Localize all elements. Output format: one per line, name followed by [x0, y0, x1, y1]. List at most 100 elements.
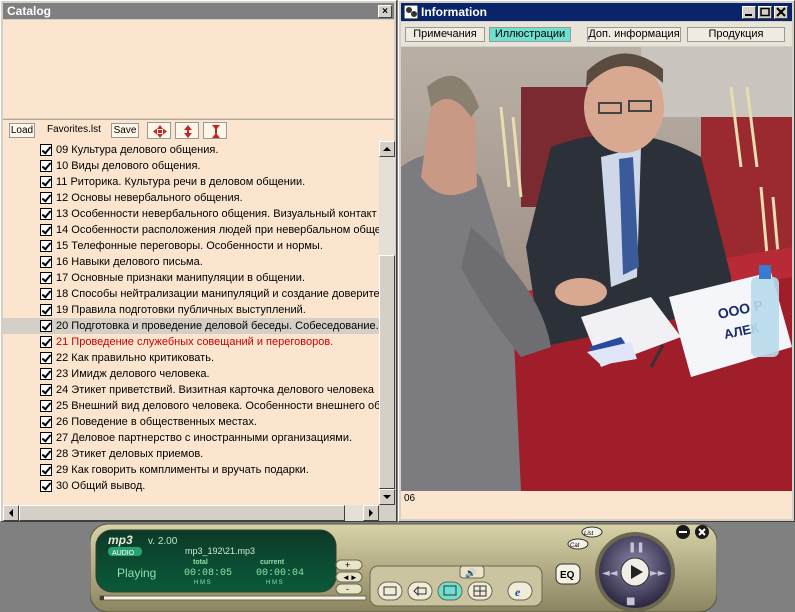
scroll-right-button[interactable] [363, 505, 379, 521]
list-item[interactable]: 30 Общий вывод. [3, 478, 379, 494]
list-item[interactable]: 15 Телефонные переговоры. Особенности и … [3, 238, 379, 254]
list-item[interactable]: 18 Способы нейтрализации манипуляций и с… [3, 286, 379, 302]
list-item[interactable]: 25 Внешний вид делового человека. Особен… [3, 398, 379, 414]
load-button[interactable]: Load [9, 123, 35, 138]
resize-grip[interactable] [379, 505, 395, 521]
tab-products[interactable]: Продукция [687, 27, 785, 42]
item-checkbox[interactable] [40, 352, 52, 364]
scroll-up-button[interactable] [379, 141, 395, 157]
move-all-button[interactable] [147, 122, 171, 139]
item-checkbox[interactable] [40, 336, 52, 348]
arrow-right-icon [369, 509, 373, 517]
item-label: 29 Как говорить комплименты и вручать по… [56, 464, 309, 476]
item-checkbox[interactable] [40, 288, 52, 300]
list-item[interactable]: 12 Основы невербального общения. [3, 190, 379, 206]
balance-button[interactable]: ◄► [335, 571, 363, 583]
catalog-toolbar: Load Favorites.lst Save [3, 119, 394, 141]
current-label: current [260, 559, 285, 566]
item-checkbox[interactable] [40, 144, 52, 156]
maximize-button[interactable] [758, 6, 772, 19]
list-item[interactable]: 28 Этикет деловых приемов. [3, 446, 379, 462]
rewind-icon[interactable]: ◄◄ [602, 568, 618, 579]
list-item[interactable]: 11 Риторика. Культура речи в деловом общ… [3, 174, 379, 190]
tab-notes[interactable]: Примечания [405, 27, 485, 42]
internet-button[interactable]: e [507, 581, 533, 601]
pause-icon[interactable]: ❚❚ [628, 542, 645, 553]
list-item[interactable]: 13 Особенности невербального общения. Ви… [3, 206, 379, 222]
list-item[interactable]: 10 Виды делового общения. [3, 158, 379, 174]
item-checkbox[interactable] [40, 384, 52, 396]
item-label: 28 Этикет деловых приемов. [56, 448, 204, 460]
item-label: 17 Основные признаки манипуляции в общен… [56, 272, 305, 284]
back-button[interactable] [407, 581, 433, 601]
scroll-down-button[interactable] [379, 489, 395, 505]
item-checkbox[interactable] [40, 192, 52, 204]
stop-icon[interactable]: ■ [626, 596, 635, 607]
catalog-title-bar[interactable]: Catalog [3, 3, 394, 19]
item-checkbox[interactable] [40, 208, 52, 220]
open-button[interactable] [377, 581, 403, 601]
tab-additional-info[interactable]: Доп. информация [587, 27, 681, 42]
item-checkbox[interactable] [40, 240, 52, 252]
item-checkbox[interactable] [40, 304, 52, 316]
playlist-button[interactable]: List [581, 526, 603, 538]
item-checkbox[interactable] [40, 176, 52, 188]
screen-button[interactable] [437, 581, 463, 601]
seek-bar[interactable] [99, 595, 367, 601]
minimize-icon [745, 14, 752, 16]
item-checkbox[interactable] [40, 464, 52, 476]
item-checkbox[interactable] [40, 224, 52, 236]
catalog-close-button[interactable]: × [378, 5, 392, 18]
list-item[interactable]: 20 Подготовка и проведение деловой бесед… [3, 318, 379, 334]
volume-down-button[interactable]: - [335, 583, 363, 595]
list-item[interactable]: 14 Особенности расположения людей при не… [3, 222, 379, 238]
item-checkbox[interactable] [40, 400, 52, 412]
hscroll-thumb[interactable] [19, 505, 345, 521]
item-checkbox[interactable] [40, 480, 52, 492]
list-item[interactable]: 24 Этикет приветствий. Визитная карточка… [3, 382, 379, 398]
list-item[interactable]: 09 Культура делового общения. [3, 142, 379, 158]
volume-up-button[interactable]: + [335, 559, 363, 571]
list-item[interactable]: 26 Поведение в общественных местах. [3, 414, 379, 430]
list-item[interactable]: 21 Проведение служебных совещаний и пере… [3, 334, 379, 350]
up-down-arrows-icon [184, 125, 192, 138]
list-item[interactable]: 23 Имидж делового человека. [3, 366, 379, 382]
list-item[interactable]: 16 Навыки делового письма. [3, 254, 379, 270]
item-checkbox[interactable] [40, 432, 52, 444]
grid-button[interactable] [467, 581, 493, 601]
item-label: 26 Поведение в общественных местах. [56, 416, 257, 428]
seek-position[interactable] [100, 596, 104, 600]
move-down-button[interactable] [203, 122, 227, 139]
list-item[interactable]: 22 Как правильно критиковать. [3, 350, 379, 366]
item-checkbox[interactable] [40, 448, 52, 460]
info-status-bar: 06 [401, 491, 792, 519]
catalog-button[interactable]: Cat [567, 538, 589, 550]
information-title-bar[interactable]: Information [401, 3, 792, 21]
item-checkbox[interactable] [40, 160, 52, 172]
item-label: 27 Деловое партнерство с иностранными ор… [56, 432, 353, 444]
item-checkbox[interactable] [40, 368, 52, 380]
list-item[interactable]: 29 Как говорить комплименты и вручать по… [3, 462, 379, 478]
list-item[interactable]: 27 Деловое партнерство с иностранными ор… [3, 430, 379, 446]
item-checkbox[interactable] [40, 272, 52, 284]
scroll-thumb[interactable] [379, 255, 395, 489]
tab-illustrations[interactable]: Иллюстрации [489, 27, 571, 42]
minimize-button[interactable] [742, 6, 756, 19]
close-button[interactable] [774, 6, 788, 19]
horizontal-scrollbar[interactable] [3, 505, 379, 521]
move-up-down-button[interactable] [175, 122, 199, 139]
item-checkbox[interactable] [40, 256, 52, 268]
total-label: total [193, 559, 208, 566]
scroll-left-button[interactable] [3, 505, 19, 521]
forward-icon[interactable]: ►► [650, 568, 666, 579]
equalizer-button[interactable]: EQ [555, 563, 581, 585]
lesson-list[interactable]: 09 Культура делового общения. 10 Виды дел… [3, 141, 379, 505]
item-checkbox[interactable] [40, 416, 52, 428]
item-checkbox[interactable] [40, 320, 52, 332]
save-button[interactable]: Save [111, 123, 139, 138]
player-minimize-button[interactable] [676, 525, 690, 539]
list-item[interactable]: 17 Основные признаки манипуляции в общен… [3, 270, 379, 286]
player-close-button[interactable] [695, 525, 709, 539]
vertical-scrollbar[interactable] [379, 141, 395, 505]
list-item[interactable]: 19 Правила подготовки публичных выступле… [3, 302, 379, 318]
